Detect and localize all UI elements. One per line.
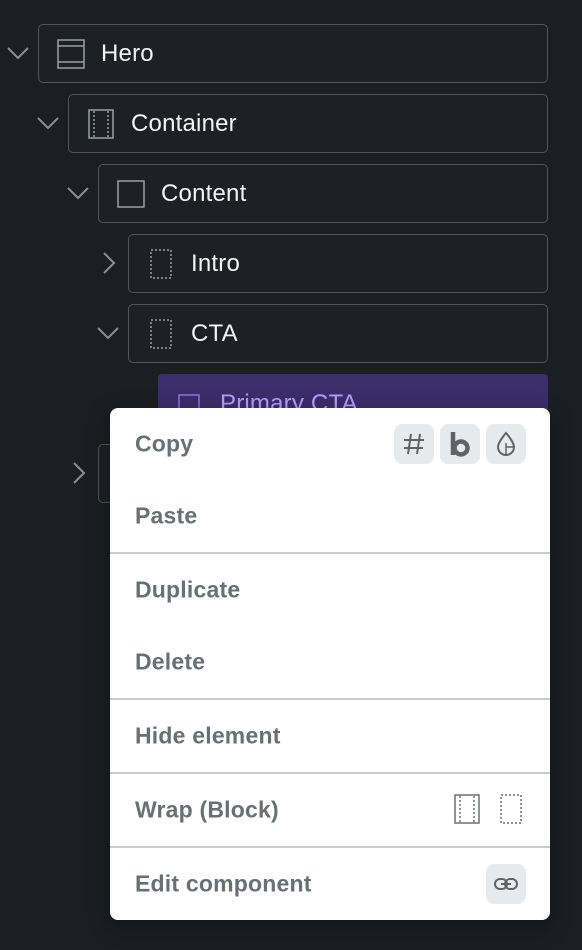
tree-item-cta[interactable]: CTA: [128, 304, 548, 363]
hash-icon[interactable]: [394, 424, 434, 464]
section-icon: [57, 39, 85, 69]
chevron-down-icon[interactable]: [5, 40, 31, 66]
menu-item-paste[interactable]: Paste: [110, 480, 550, 552]
tree-item-hero[interactable]: Hero: [38, 24, 548, 83]
link-icon[interactable]: [486, 864, 526, 904]
chevron-right-icon[interactable]: [95, 250, 121, 276]
tree-item-label: CTA: [191, 319, 238, 347]
tree-item-content[interactable]: Content: [98, 164, 548, 223]
tree-item-label: Intro: [191, 249, 241, 277]
wrap-div-icon[interactable]: [494, 792, 528, 826]
menu-item-hide-element[interactable]: Hide element: [110, 700, 550, 772]
menu-item-wrap-block[interactable]: Wrap (Block): [110, 774, 550, 846]
chevron-right-icon[interactable]: [65, 460, 91, 486]
menu-item-label: Duplicate: [135, 576, 241, 603]
menu-item-duplicate[interactable]: Duplicate: [110, 554, 550, 626]
menu-item-label: Wrap (Block): [135, 796, 279, 823]
menu-item-label: Edit component: [135, 870, 312, 897]
chevron-down-icon[interactable]: [35, 110, 61, 136]
menu-item-edit-component[interactable]: Edit component: [110, 848, 550, 920]
menu-item-delete[interactable]: Delete: [110, 626, 550, 698]
menu-item-copy[interactable]: Copy: [110, 408, 550, 480]
div-icon: [147, 319, 175, 349]
chevron-down-icon[interactable]: [95, 320, 121, 346]
menu-item-label: Hide element: [135, 722, 281, 749]
bold-b-icon[interactable]: [440, 424, 480, 464]
tree-item-label: Content: [161, 179, 247, 207]
menu-item-label: Paste: [135, 502, 198, 529]
chevron-down-icon[interactable]: [65, 180, 91, 206]
menu-item-label: Copy: [135, 430, 194, 457]
tree-item-container[interactable]: Container: [68, 94, 548, 153]
menu-item-label: Delete: [135, 648, 206, 675]
block-icon: [117, 179, 145, 209]
wrap-block-icon[interactable]: [450, 792, 484, 826]
div-icon: [147, 249, 175, 279]
tree-item-label: Hero: [101, 39, 154, 67]
context-menu: Copy Paste Duplicate Delete Hide element…: [110, 408, 550, 920]
color-drop-icon[interactable]: [486, 424, 526, 464]
container-icon: [87, 109, 115, 139]
tree-item-label: Container: [131, 109, 237, 137]
tree-item-intro[interactable]: Intro: [128, 234, 548, 293]
